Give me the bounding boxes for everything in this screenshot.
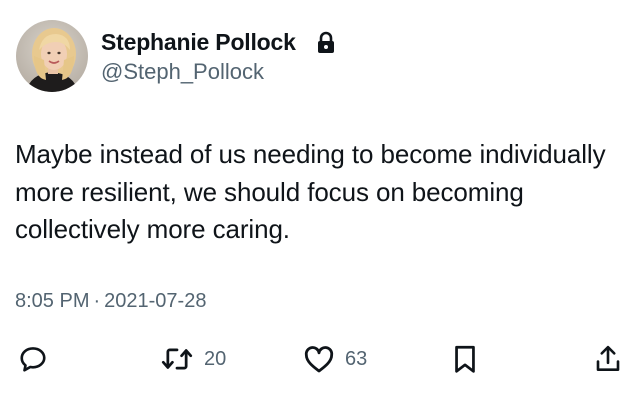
meta-separator: ·: [93, 290, 101, 312]
author-handle[interactable]: @Steph_Pollock: [101, 59, 264, 85]
bookmark-icon: [455, 345, 475, 373]
tweet-timestamp[interactable]: 8:05 PM · 2021-07-28: [15, 289, 206, 313]
author-name[interactable]: Stephanie Pollock: [101, 28, 296, 56]
reply-button[interactable]: [18, 344, 48, 374]
tweet-card: Stephanie Pollock @Steph_Pollock Maybe i…: [0, 0, 640, 410]
avatar-photo-icon: [16, 20, 88, 92]
retweet-button[interactable]: 20: [160, 344, 226, 374]
tweet-date[interactable]: 2021-07-28: [104, 290, 206, 312]
retweet-count: 20: [204, 348, 227, 370]
tweet-text: Maybe instead of us needing to become in…: [15, 139, 606, 244]
retweet-icon: [161, 348, 193, 370]
like-button[interactable]: 63: [303, 344, 367, 374]
tweet-time[interactable]: 8:05 PM: [15, 290, 89, 312]
avatar[interactable]: [16, 20, 88, 92]
bookmark-button[interactable]: [452, 344, 478, 374]
lock-icon: [316, 31, 336, 55]
like-count: 63: [345, 348, 368, 370]
reply-icon: [20, 347, 46, 372]
share-button[interactable]: [594, 344, 622, 374]
share-icon: [596, 345, 620, 371]
heart-icon: [304, 346, 334, 373]
